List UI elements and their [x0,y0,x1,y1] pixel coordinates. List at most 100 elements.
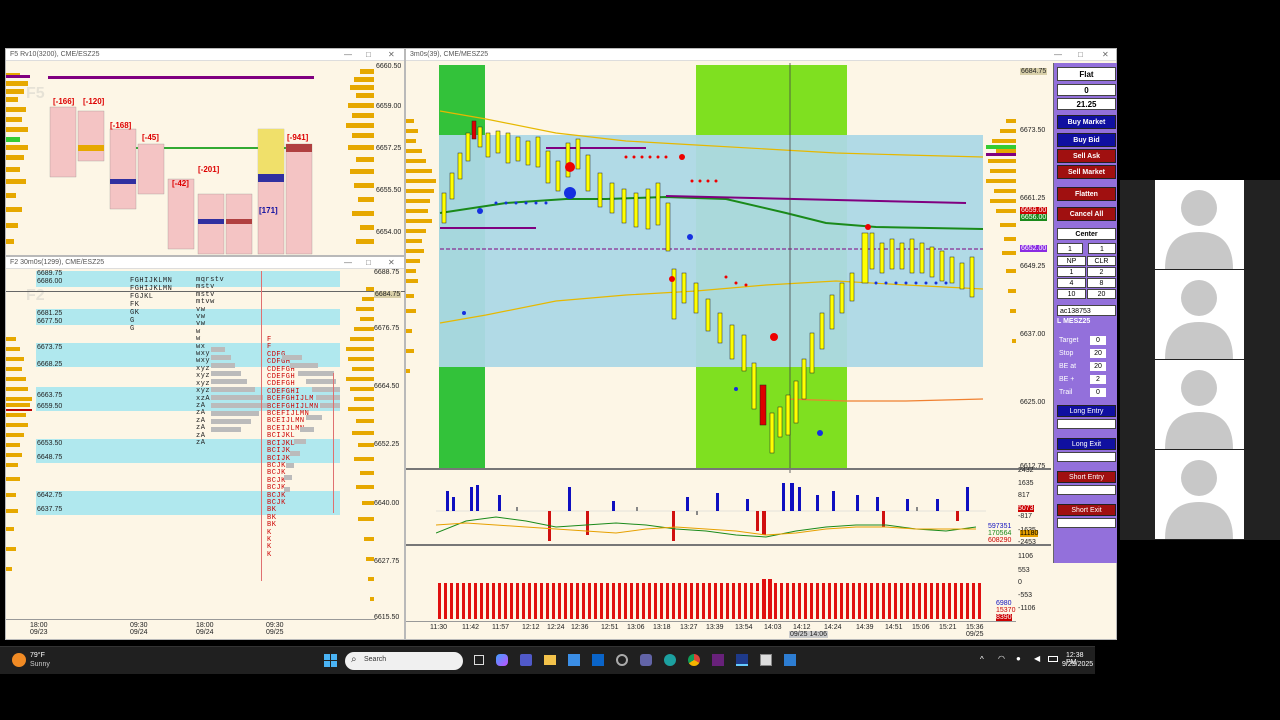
target-label: Target [1059,337,1079,344]
visual-studio-icon[interactable] [712,654,724,666]
qty-button-10[interactable]: 10 [1057,289,1086,299]
close-icon[interactable]: ✕ [388,50,395,59]
short-entry-select[interactable] [1057,485,1116,495]
trail-input[interactable]: 0 [1090,388,1106,397]
chrome-icon[interactable] [688,654,700,666]
window-titlebar[interactable]: 3m0s(39), CME/MESZ25 — □ ✕ [406,49,1116,61]
f2-tpo-window: F2 30m0s(1299), CME/ESZ25 — □ ✕ F2 6689.… [5,256,406,640]
window-titlebar[interactable]: F5 Rv10(3200), CME/ESZ25 — □ ✕ [6,49,404,61]
qty-button-4[interactable]: 4 [1057,278,1086,288]
time-tick: 12:24 [547,624,565,631]
minimize-icon[interactable]: — [344,50,352,59]
pnl-value: 21.25 [1057,98,1116,110]
panel-separator [406,468,1051,470]
left-volume-profile [6,337,32,571]
target-input[interactable]: 0 [1090,336,1106,345]
participant-tile[interactable] [1155,180,1244,269]
short-exit-select[interactable] [1057,518,1116,528]
tpo-band [36,309,340,325]
wifi-icon[interactable]: ◠ [998,654,1005,663]
teams-chat-icon[interactable] [640,654,652,666]
tray-chevron-icon[interactable]: ^ [980,655,984,664]
weather-temp[interactable]: 79°F [30,652,45,659]
time-axis: 11:30 11:42 11:57 12:12 12:24 12:36 12:5… [406,621,1016,641]
maximize-icon[interactable]: □ [366,258,371,267]
clr-button[interactable]: CLR [1087,256,1116,266]
task-view-icon[interactable] [474,655,484,665]
trading-app-icon[interactable] [736,654,748,666]
participant-tile[interactable] [1155,450,1244,539]
qty-field[interactable]: 1 [1088,243,1116,254]
qty-select[interactable]: 1 [1057,243,1083,254]
short-entry-button[interactable]: Short Entry [1057,471,1116,483]
tpo-gray-bars [211,347,267,432]
copilot-icon[interactable] [496,654,508,666]
maximize-icon[interactable]: □ [1078,50,1083,59]
store-icon[interactable] [568,654,580,666]
stop-input[interactable]: 20 [1090,349,1106,358]
close-icon[interactable]: ✕ [388,258,395,267]
center-button[interactable]: Center [1057,228,1116,240]
participant-tile[interactable] [1155,360,1244,449]
tpo-price: 6681.25 [37,310,63,317]
time-tick: 11:57 [492,624,509,631]
buy-market-button[interactable]: Buy Market [1057,115,1116,129]
short-exit-button[interactable]: Short Exit [1057,504,1116,516]
edge-icon[interactable] [664,654,676,666]
np-button[interactable]: NP [1057,256,1086,266]
outlook-icon[interactable] [592,654,604,666]
close-icon[interactable]: ✕ [1102,50,1109,59]
long-exit-select[interactable] [1057,452,1116,462]
account-select[interactable]: ac138753 [1057,305,1116,316]
mic-icon[interactable]: ● [1016,654,1021,663]
avatar-icon [1165,280,1233,359]
time-tick: 13:06 [627,624,645,631]
window-titlebar[interactable]: F2 30m0s(1299), CME/ESZ25 — □ ✕ [6,257,404,269]
be-plus-input[interactable]: 2 [1090,375,1106,384]
chart-app-icon[interactable] [784,654,796,666]
start-icon[interactable] [324,654,337,667]
participant-tile[interactable] [1155,270,1244,359]
price-tick: 6637.00 [1020,331,1046,338]
stop-label: Stop [1059,350,1074,357]
qty-button-1[interactable]: 1 [1057,267,1086,277]
sell-market-button[interactable]: Sell Market [1057,165,1116,179]
delta-tick: 2432 [1018,467,1034,474]
position-qty: 0 [1057,84,1116,96]
cancel-all-button[interactable]: Cancel All [1057,207,1116,221]
buy-bid-button[interactable]: Buy Bid [1057,133,1116,147]
clock-date[interactable]: 9/25/2025 [1062,661,1093,668]
qty-button-20[interactable]: 20 [1087,289,1116,299]
weather-icon[interactable] [12,653,26,667]
time-tick: 12:51 [601,624,619,631]
marker-line [333,373,334,513]
sell-ask-button[interactable]: Sell Ask [1057,149,1116,163]
qty-button-8[interactable]: 8 [1087,278,1116,288]
flatten-button[interactable]: Flatten [1057,187,1116,201]
position-status: Flat [1057,67,1116,81]
tpo-price: 6677.50 [37,318,63,325]
long-entry-button[interactable]: Long Entry [1057,405,1116,417]
delta-label: [-120] [83,97,105,106]
file-explorer-icon[interactable] [544,655,556,665]
window-app-icon[interactable] [760,654,772,666]
time-tick: 09:30 [130,622,148,629]
search-box[interactable]: ⌕ Search [345,652,463,670]
be-at-input[interactable]: 20 [1090,362,1106,371]
long-entry-select[interactable] [1057,419,1116,429]
battery-icon[interactable] [1048,656,1058,662]
settings-icon[interactable] [616,654,628,666]
bottom-tick: 1106 [1018,553,1034,560]
price-scale: 6660.50 6659.00 6657.25 6655.50 6654.00 [376,61,406,257]
teams-icon[interactable] [520,654,532,666]
maximize-icon[interactable]: □ [366,50,371,59]
minimize-icon[interactable]: — [344,258,352,267]
tpo-price: 6686.00 [37,278,63,285]
long-exit-button[interactable]: Long Exit [1057,438,1116,450]
qty-button-2[interactable]: 2 [1087,267,1116,277]
minimize-icon[interactable]: — [1054,50,1062,59]
delta-scale: 2432 1635 817 5073 -817 -1635 -2453 [1016,467,1056,549]
delta-tick: -817 [1018,513,1033,520]
volume-icon[interactable]: ◀ [1034,654,1040,663]
time-tick: 09/23 [30,629,48,636]
